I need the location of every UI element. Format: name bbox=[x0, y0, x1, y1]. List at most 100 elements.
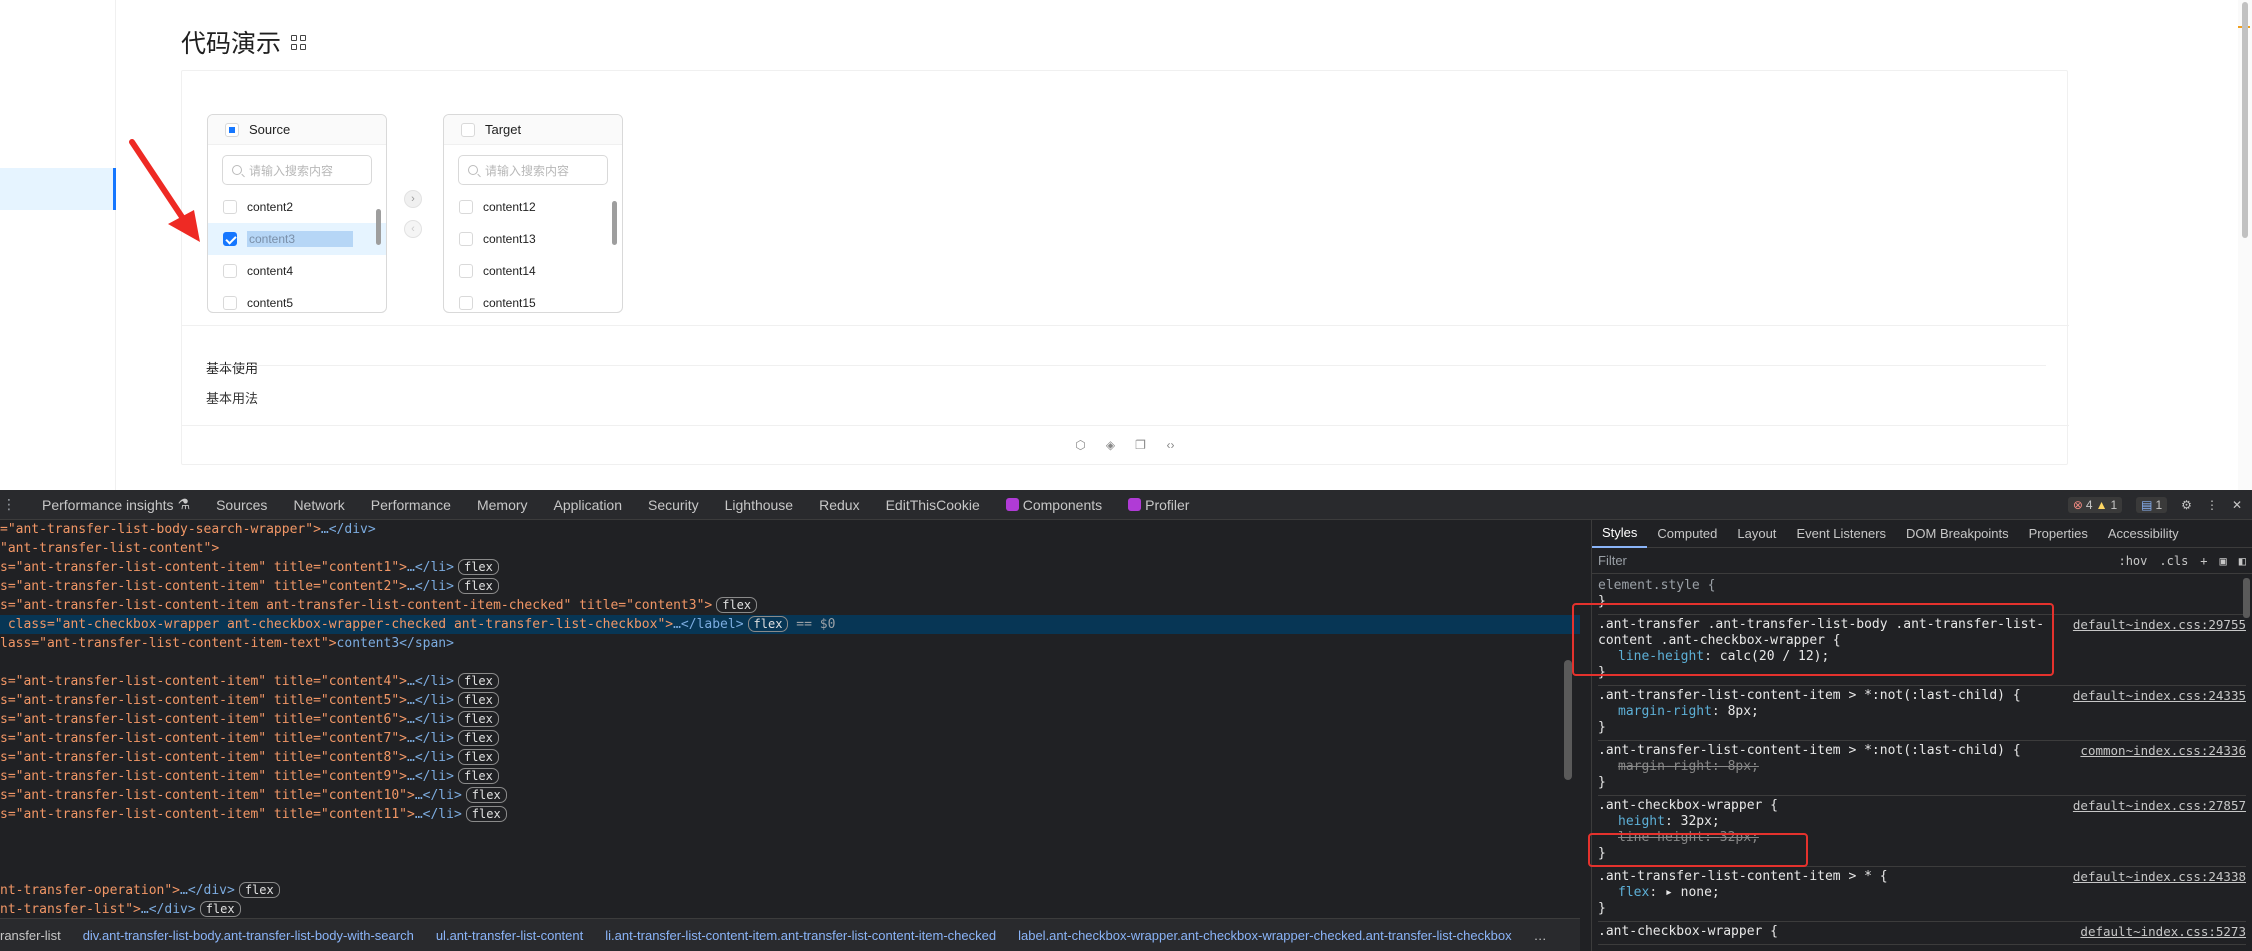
item-checkbox[interactable] bbox=[459, 200, 473, 214]
css-rule[interactable]: .ant-transfer-list-content-item > * {def… bbox=[1598, 867, 2246, 922]
more-options-icon[interactable]: ⋮ bbox=[2206, 498, 2218, 512]
dom-line[interactable]: s="ant-transfer-list-content-item" title… bbox=[0, 691, 1580, 710]
tab-lighthouse[interactable]: Lighthouse bbox=[712, 490, 807, 520]
issues-badge[interactable]: ⊗ 4 ▲ 1 bbox=[2067, 497, 2123, 513]
dom-line[interactable]: s="ant-transfer-list-content-item ant-tr… bbox=[0, 596, 1580, 615]
sidebar-toggle-icon[interactable]: ◧ bbox=[2239, 554, 2246, 568]
dom-line[interactable]: s="ant-transfer-list-content-item" title… bbox=[0, 805, 1580, 824]
css-source-link[interactable]: default~index.css:27857 bbox=[2063, 798, 2246, 814]
dom-line[interactable]: s="ant-transfer-list-content-item" title… bbox=[0, 729, 1580, 748]
tab-performance-insights[interactable]: Performance insights ⚗ bbox=[29, 490, 203, 520]
dom-line[interactable]: s="ant-transfer-list-content-item" title… bbox=[0, 710, 1580, 729]
tab-network[interactable]: Network bbox=[280, 490, 357, 520]
dom-line[interactable]: s="ant-transfer-list-content-item" title… bbox=[0, 748, 1580, 767]
css-declaration-overridden[interactable]: margin-right: 8px; bbox=[1598, 759, 2246, 775]
page-scrollbar[interactable] bbox=[2238, 0, 2252, 490]
css-declaration[interactable]: margin-right: 8px; bbox=[1598, 704, 2246, 720]
dom-line[interactable] bbox=[0, 824, 1580, 843]
close-icon[interactable]: ✕ bbox=[2232, 498, 2242, 512]
tab-editthiscookie[interactable]: EditThisCookie bbox=[873, 490, 993, 520]
styles-scrollbar[interactable] bbox=[2243, 578, 2250, 618]
item-checkbox-checked[interactable] bbox=[223, 232, 237, 246]
item-checkbox[interactable] bbox=[223, 264, 237, 278]
copy-icon[interactable]: ❐ bbox=[1133, 437, 1149, 453]
css-source-link[interactable]: common~index.css:24336 bbox=[2070, 743, 2246, 759]
list-item[interactable]: content12 bbox=[444, 191, 622, 223]
tab-properties[interactable]: Properties bbox=[2019, 520, 2098, 548]
move-right-button[interactable]: › bbox=[404, 190, 422, 208]
dom-line[interactable]: s="ant-transfer-list-content-item" title… bbox=[0, 558, 1580, 577]
flex-badge[interactable]: flex bbox=[457, 673, 499, 689]
item-checkbox[interactable] bbox=[459, 296, 473, 310]
tab-performance[interactable]: Performance bbox=[358, 490, 464, 520]
flex-badge[interactable]: flex bbox=[457, 692, 499, 708]
css-rule[interactable]: .ant-checkbox-wrapper {default~index.css… bbox=[1598, 922, 2246, 945]
target-search-input[interactable]: 请输入搜索内容 bbox=[458, 155, 608, 185]
item-checkbox[interactable] bbox=[459, 232, 473, 246]
flex-badge[interactable]: flex bbox=[457, 711, 499, 727]
tab-components[interactable]: Components bbox=[993, 490, 1115, 520]
flex-badge[interactable]: flex bbox=[457, 749, 499, 765]
tab-accessibility[interactable]: Accessibility bbox=[2098, 520, 2189, 548]
dom-line[interactable]: s="ant-transfer-list-content-item" title… bbox=[0, 786, 1580, 805]
css-declaration[interactable]: flex: ▸ none; bbox=[1598, 885, 2246, 901]
css-declaration-overridden[interactable]: line-height: 32px; bbox=[1598, 830, 2246, 846]
paint-icon[interactable]: ▣ bbox=[2220, 554, 2227, 568]
css-rule[interactable]: .ant-transfer-list-content-item > *:not(… bbox=[1598, 686, 2246, 741]
tab-security[interactable]: Security bbox=[635, 490, 712, 520]
source-select-all-checkbox[interactable] bbox=[225, 122, 239, 137]
target-select-all-checkbox[interactable] bbox=[461, 122, 475, 137]
tab-profiler[interactable]: Profiler bbox=[1115, 490, 1202, 520]
flex-badge[interactable]: flex bbox=[457, 730, 499, 746]
element-style-rule[interactable]: element.style { } bbox=[1598, 576, 2246, 615]
flex-badge[interactable]: flex bbox=[465, 787, 507, 803]
dom-line[interactable]: lass="ant-transfer-list-content-item-tex… bbox=[0, 634, 1580, 653]
item-checkbox[interactable] bbox=[223, 200, 237, 214]
tab-event-listeners[interactable]: Event Listeners bbox=[1786, 520, 1896, 548]
tab-layout[interactable]: Layout bbox=[1727, 520, 1786, 548]
flex-badge[interactable]: flex bbox=[457, 768, 499, 784]
dom-line[interactable]: ="ant-transfer-list-body-search-wrapper"… bbox=[0, 520, 1580, 539]
dom-line[interactable] bbox=[0, 843, 1580, 862]
move-left-button[interactable]: ‹ bbox=[404, 220, 422, 238]
dom-line[interactable]: nt-transfer-operation">…</div> flex bbox=[0, 881, 1580, 900]
tab-redux[interactable]: Redux bbox=[806, 490, 872, 520]
messages-badge[interactable]: ▤ 1 bbox=[2136, 497, 2168, 513]
hov-toggle[interactable]: :hov bbox=[2118, 554, 2147, 568]
list-item[interactable]: content4 bbox=[208, 255, 386, 287]
flex-badge[interactable]: flex bbox=[238, 882, 280, 898]
dom-line[interactable]: s="ant-transfer-list-content-item" title… bbox=[0, 767, 1580, 786]
list-item[interactable]: content5 bbox=[208, 287, 386, 312]
source-list-scrollbar[interactable] bbox=[376, 209, 381, 245]
css-rule[interactable]: .ant-transfer .ant-transfer-list-body .a… bbox=[1598, 615, 2246, 686]
styles-filter-input[interactable]: Filter bbox=[1598, 553, 1627, 568]
css-source-link[interactable]: default~index.css:24338 bbox=[2063, 869, 2246, 885]
elements-dom-tree[interactable]: ="ant-transfer-list-body-search-wrapper"… bbox=[0, 520, 1580, 918]
list-item[interactable]: content2 bbox=[208, 191, 386, 223]
css-rule[interactable]: .ant-transfer-list-content-item > *:not(… bbox=[1598, 741, 2246, 796]
flex-badge[interactable]: flex bbox=[465, 806, 507, 822]
breadcrumb-item[interactable]: ransfer-list bbox=[0, 928, 61, 943]
target-list-scrollbar[interactable] bbox=[612, 201, 617, 245]
flex-badge[interactable]: flex bbox=[457, 559, 499, 575]
tab-dom-breakpoints[interactable]: DOM Breakpoints bbox=[1896, 520, 2019, 548]
flex-badge[interactable]: flex bbox=[457, 578, 499, 594]
list-item[interactable]: content15 bbox=[444, 287, 622, 312]
codesandbox-icon[interactable]: ⬡ bbox=[1073, 437, 1089, 453]
dom-line[interactable]: "ant-transfer-list-content"> bbox=[0, 539, 1580, 558]
source-search-input[interactable]: 请输入搜索内容 bbox=[222, 155, 372, 185]
dom-line[interactable]: s="ant-transfer-list-content-item" title… bbox=[0, 577, 1580, 596]
breadcrumb-item[interactable]: label.ant-checkbox-wrapper.ant-checkbox-… bbox=[1018, 928, 1512, 943]
breadcrumb-item[interactable]: ul.ant-transfer-list-content bbox=[436, 928, 583, 943]
code-expand-icon[interactable]: ‹› bbox=[1163, 437, 1179, 453]
tab-memory[interactable]: Memory bbox=[464, 490, 541, 520]
list-item-checked[interactable]: content3 bbox=[208, 223, 386, 255]
css-declaration[interactable]: height: 32px; bbox=[1598, 814, 2246, 830]
codepen-icon[interactable]: ◈ bbox=[1103, 437, 1119, 453]
breadcrumb-item[interactable]: li.ant-transfer-list-content-item.ant-tr… bbox=[605, 928, 996, 943]
dom-line[interactable] bbox=[0, 862, 1580, 881]
new-rule-icon[interactable]: + bbox=[2200, 554, 2207, 568]
tab-computed[interactable]: Computed bbox=[1647, 520, 1727, 548]
flex-badge[interactable]: flex bbox=[199, 901, 241, 917]
dom-line[interactable]: nt-transfer-list">…</div> flex bbox=[0, 900, 1580, 918]
